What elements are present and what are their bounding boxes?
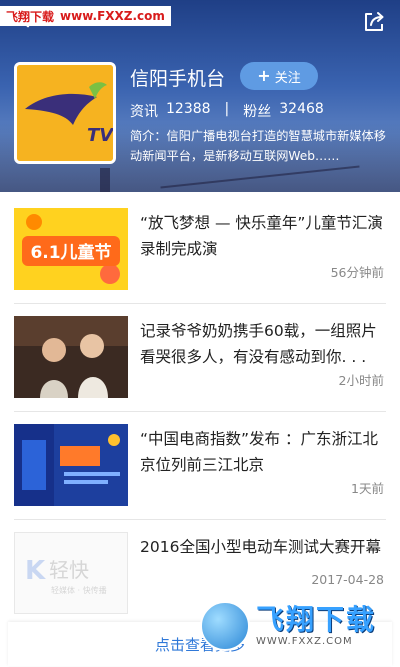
channel-name: 信阳手机台 <box>130 68 226 90</box>
news-time: 2017-04-28 <box>311 572 384 587</box>
news-thumbnail: K 轻快 轻媒体 · 快传播 <box>14 532 128 614</box>
news-thumbnail <box>14 424 128 506</box>
news-thumbnail <box>14 316 128 398</box>
news-item[interactable]: 记录爷爷奶奶携手60载，一组照片看哭很多人，有没有感动到你. . . 2小时前 <box>14 304 386 412</box>
corner-logo-url: WWW.FXXZ.COM <box>256 635 353 647</box>
news-thumbnail: 6.1儿童节 <box>14 208 128 290</box>
qingkuai-slogan-text: 轻媒体 · 快传播 <box>51 585 107 595</box>
watermark-url: www.FXXZ.com <box>60 9 165 23</box>
childrens-day-banner-icon: 6.1儿童节 <box>14 208 128 290</box>
bridge-pillar <box>100 168 110 192</box>
watermark-brand: 飞翔下载 <box>6 9 55 24</box>
news-list: 6.1儿童节 “放飞梦想 — 快乐童年”儿童节汇演录制完成演 56分钟前 记录爷… <box>0 192 400 667</box>
news-title: “放飞梦想 — 快乐童年”儿童节汇演录制完成演 <box>140 214 383 258</box>
fans-label: 粉丝 <box>243 104 272 120</box>
news-title: 记录爷爷奶奶携手60载，一组照片看哭很多人，有没有感动到你. . . <box>140 322 377 366</box>
news-time: 1天前 <box>351 481 384 496</box>
channel-logo: TV <box>14 62 116 164</box>
news-label: 资讯 <box>130 104 158 120</box>
news-time: 2小时前 <box>338 373 384 388</box>
elderly-couple-photo-icon <box>14 316 128 398</box>
qingkuai-brand-text: 轻快 <box>49 558 89 582</box>
channel-header: 飞翔下载 www.FXXZ.com TV 信阳手机台 + 关注 资讯 12388… <box>0 0 400 192</box>
channel-stats: 资讯 12388 | 粉丝 32468 <box>130 101 324 121</box>
share-icon[interactable] <box>362 10 386 34</box>
corner-logo-name: 飞翔下载 <box>256 602 377 636</box>
plus-icon: + <box>257 66 271 85</box>
childrens-day-banner-text: 6.1儿童节 <box>30 242 111 263</box>
news-item[interactable]: 6.1儿童节 “放飞梦想 — 快乐童年”儿童节汇演录制完成演 56分钟前 <box>14 196 386 304</box>
svg-text:K: K <box>25 556 46 586</box>
follow-button[interactable]: + 关注 <box>240 62 318 90</box>
news-count: 12388 <box>166 101 211 117</box>
news-item[interactable]: “中国电商指数”发布 ：广东浙江北京位列前三江北京 1天前 <box>14 412 386 520</box>
wing-logo-icon <box>200 601 250 651</box>
fans-count: 32468 <box>279 101 324 117</box>
corner-watermark-logo: 飞翔下载 WWW.FXXZ.COM <box>200 598 388 654</box>
svg-text:TV: TV <box>87 125 113 146</box>
news-title: “中国电商指数”发布 ：广东浙江北京位列前三江北京 <box>140 430 378 474</box>
channel-intro: 简介：信阳广播电视台打造的智慧城市新媒体移动新闻平台，是新移动互联网Web…… <box>130 129 386 163</box>
qingkuai-logo-placeholder-icon: K 轻快 轻媒体 · 快传播 <box>15 533 127 613</box>
ecommerce-report-cover-icon <box>14 424 128 506</box>
stats-divider: | <box>224 101 230 117</box>
news-time: 56分钟前 <box>330 265 384 280</box>
news-title: 2016全国小型电动车测试大赛开幕 <box>140 538 381 556</box>
follow-label: 关注 <box>274 70 301 86</box>
site-watermark: 飞翔下载 www.FXXZ.com <box>0 6 171 26</box>
tv-bird-logo-icon: TV <box>17 65 113 161</box>
